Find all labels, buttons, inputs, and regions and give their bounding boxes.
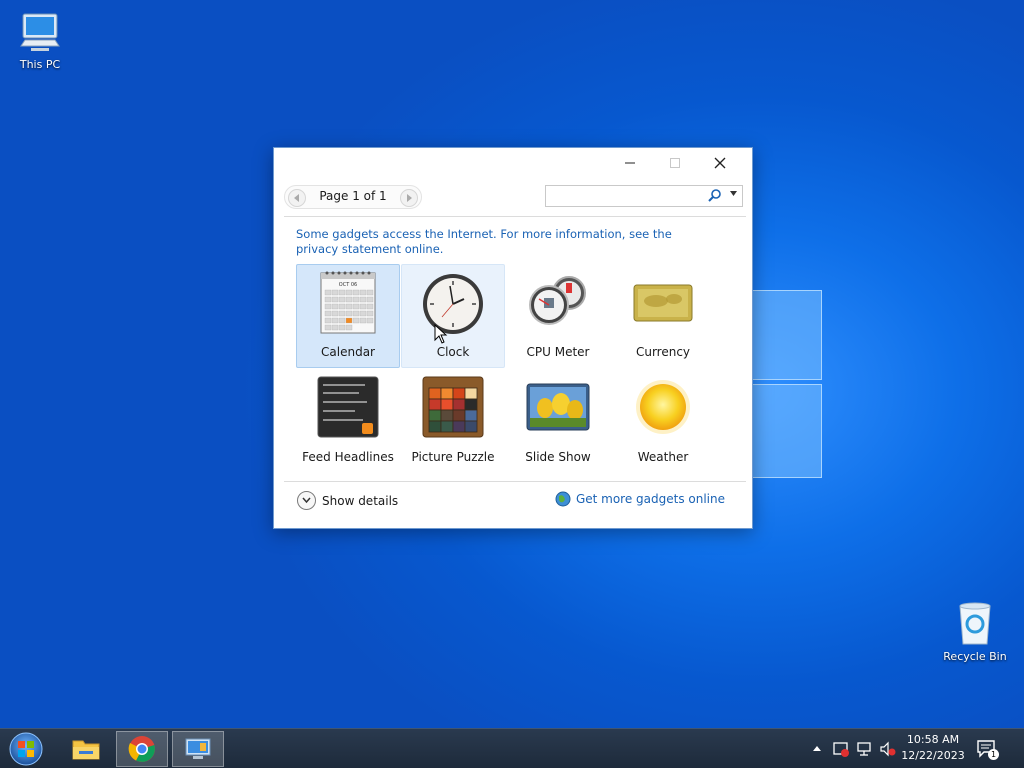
- picture-puzzle-icon: [422, 376, 484, 438]
- divider: [284, 481, 746, 482]
- gadget-label: CPU Meter: [526, 345, 590, 359]
- gadget-currency[interactable]: Currency: [611, 264, 715, 368]
- chevron-up-icon[interactable]: [812, 744, 822, 754]
- gadget-label: Feed Headlines: [302, 450, 394, 464]
- maximize-button: [658, 152, 692, 174]
- calendar-icon: OCT 06: [320, 271, 376, 334]
- computer-icon: [20, 13, 60, 51]
- weather-icon: [636, 380, 690, 434]
- close-button[interactable]: [703, 152, 737, 174]
- gadget-grid: OCT 06 Calendar Clock CPU Meter Currency…: [296, 264, 716, 472]
- notifications-button[interactable]: 1: [976, 738, 999, 760]
- show-details-button[interactable]: Show details: [297, 491, 398, 510]
- search-box[interactable]: [545, 185, 743, 207]
- taskbar-chrome[interactable]: [116, 731, 168, 767]
- desktop-icon-label: Recycle Bin: [943, 650, 1007, 663]
- minimize-icon: [625, 162, 635, 164]
- clock-time: 10:58 AM: [906, 733, 960, 746]
- chrome-icon: [128, 736, 155, 762]
- folder-icon: [72, 740, 100, 760]
- chevron-right-icon: [407, 194, 412, 202]
- gadget-weather[interactable]: Weather: [611, 369, 715, 473]
- desktop-icon-this-pc[interactable]: This PC: [2, 10, 78, 71]
- gadget-label: Slide Show: [525, 450, 591, 464]
- search-input[interactable]: [548, 187, 702, 205]
- taskbar-clock[interactable]: 10:58 AM 12/22/2023: [898, 732, 968, 764]
- page-navigator: Page 1 of 1: [284, 185, 422, 209]
- chevron-down-icon[interactable]: [729, 189, 738, 198]
- network-icon[interactable]: [856, 740, 874, 758]
- previous-page-button[interactable]: [288, 189, 306, 207]
- action-center-icon[interactable]: [832, 740, 850, 758]
- next-page-button[interactable]: [400, 189, 418, 207]
- get-more-gadgets-label: Get more gadgets online: [575, 492, 725, 506]
- gadget-clock[interactable]: Clock: [401, 264, 505, 368]
- clock-icon: [423, 274, 483, 334]
- slide-show-icon: [526, 383, 590, 431]
- search-icon[interactable]: [708, 188, 722, 202]
- desktop-icon-recycle-bin[interactable]: Recycle Bin: [937, 600, 1013, 663]
- get-more-gadgets-link[interactable]: Get more gadgets online: [555, 491, 725, 507]
- show-details-label: Show details: [322, 493, 399, 508]
- gadget-picture-puzzle[interactable]: Picture Puzzle: [401, 369, 505, 473]
- gadget-label: Calendar: [321, 345, 375, 359]
- gadget-label: Picture Puzzle: [411, 450, 495, 464]
- divider: [284, 216, 746, 217]
- taskbar-gadgets[interactable]: [172, 731, 224, 767]
- chevron-down-icon: [302, 497, 311, 504]
- gadget-gallery-window: Page 1 of 1 Some gadgets access the Inte…: [273, 147, 753, 529]
- recycle-bin-icon: [959, 602, 991, 645]
- desktop-icon-label: This PC: [19, 58, 61, 71]
- gadget-feed-headlines[interactable]: Feed Headlines: [296, 369, 400, 473]
- feed-headlines-icon: [317, 376, 379, 438]
- internet-notice-link[interactable]: Some gadgets access the Internet. For mo…: [296, 227, 716, 257]
- taskbar: 10:58 AM 12/22/2023 1: [0, 728, 1024, 768]
- gadget-label: Clock: [436, 345, 470, 359]
- volume-muted-icon[interactable]: [879, 740, 897, 758]
- gadget-calendar[interactable]: OCT 06 Calendar: [296, 264, 400, 368]
- close-icon: [714, 157, 726, 169]
- gadget-label: Currency: [635, 345, 691, 359]
- gadget-label: Weather: [637, 450, 689, 464]
- page-indicator: Page 1 of 1: [319, 189, 387, 203]
- chevron-left-icon: [294, 194, 299, 202]
- calendar-month-label: OCT 06: [339, 282, 357, 288]
- taskbar-file-explorer[interactable]: [60, 731, 112, 767]
- globe-icon: [555, 491, 571, 507]
- expand-circle: [297, 491, 316, 510]
- currency-icon: [633, 284, 693, 322]
- maximize-icon: [670, 158, 680, 168]
- gadget-slide-show[interactable]: Slide Show: [506, 369, 610, 473]
- cpu-meter-icon: [529, 276, 586, 325]
- notification-count-badge: 1: [988, 749, 999, 760]
- start-button[interactable]: [8, 732, 44, 766]
- mouse-cursor-icon: [434, 324, 448, 344]
- clock-date: 12/22/2023: [901, 749, 965, 762]
- minimize-button[interactable]: [613, 152, 647, 174]
- gadget-cpu-meter[interactable]: CPU Meter: [506, 264, 610, 368]
- gadgets-app-icon: [185, 738, 211, 759]
